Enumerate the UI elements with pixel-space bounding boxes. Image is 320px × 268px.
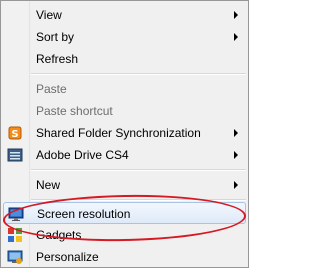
menu-item-sort-by[interactable]: Sort by [3,26,246,48]
menu-item-adobe-drive[interactable]: Adobe Drive CS4 [3,144,246,166]
menu-item-label: New [36,178,61,192]
submenu-arrow-icon [234,11,238,19]
menu-item-label: Paste shortcut [36,104,113,118]
menu-item-label: Sort by [36,30,75,44]
menu-item-refresh[interactable]: Refresh [3,48,246,70]
menu-item-personalize[interactable]: Personalize [3,246,246,268]
menu-item-label: Adobe Drive CS4 [36,148,129,162]
svg-text:S: S [11,129,18,140]
menu-item-shared-folder-sync[interactable]: S Shared Folder Synchronization [3,122,246,144]
menu-item-paste: Paste [3,78,246,100]
submenu-arrow-icon [234,33,238,41]
menu-separator [31,169,246,171]
menu-item-label: Refresh [36,52,79,66]
submenu-arrow-icon [234,181,238,189]
menu-item-label: View [36,8,62,22]
menu-item-paste-shortcut: Paste shortcut [3,100,246,122]
menu-item-label: Paste [36,82,67,96]
submenu-arrow-icon [234,129,238,137]
menu-separator [31,73,246,75]
submenu-arrow-icon [234,151,238,159]
adobe-drive-icon [7,147,23,163]
menu-item-label: Personalize [36,250,99,264]
menu-item-view[interactable]: View [3,4,246,26]
menu-item-new[interactable]: New [3,174,246,196]
shared-folder-sync-icon: S [7,125,23,141]
personalize-icon [7,249,23,265]
menu-item-label: Shared Folder Synchronization [36,126,201,140]
